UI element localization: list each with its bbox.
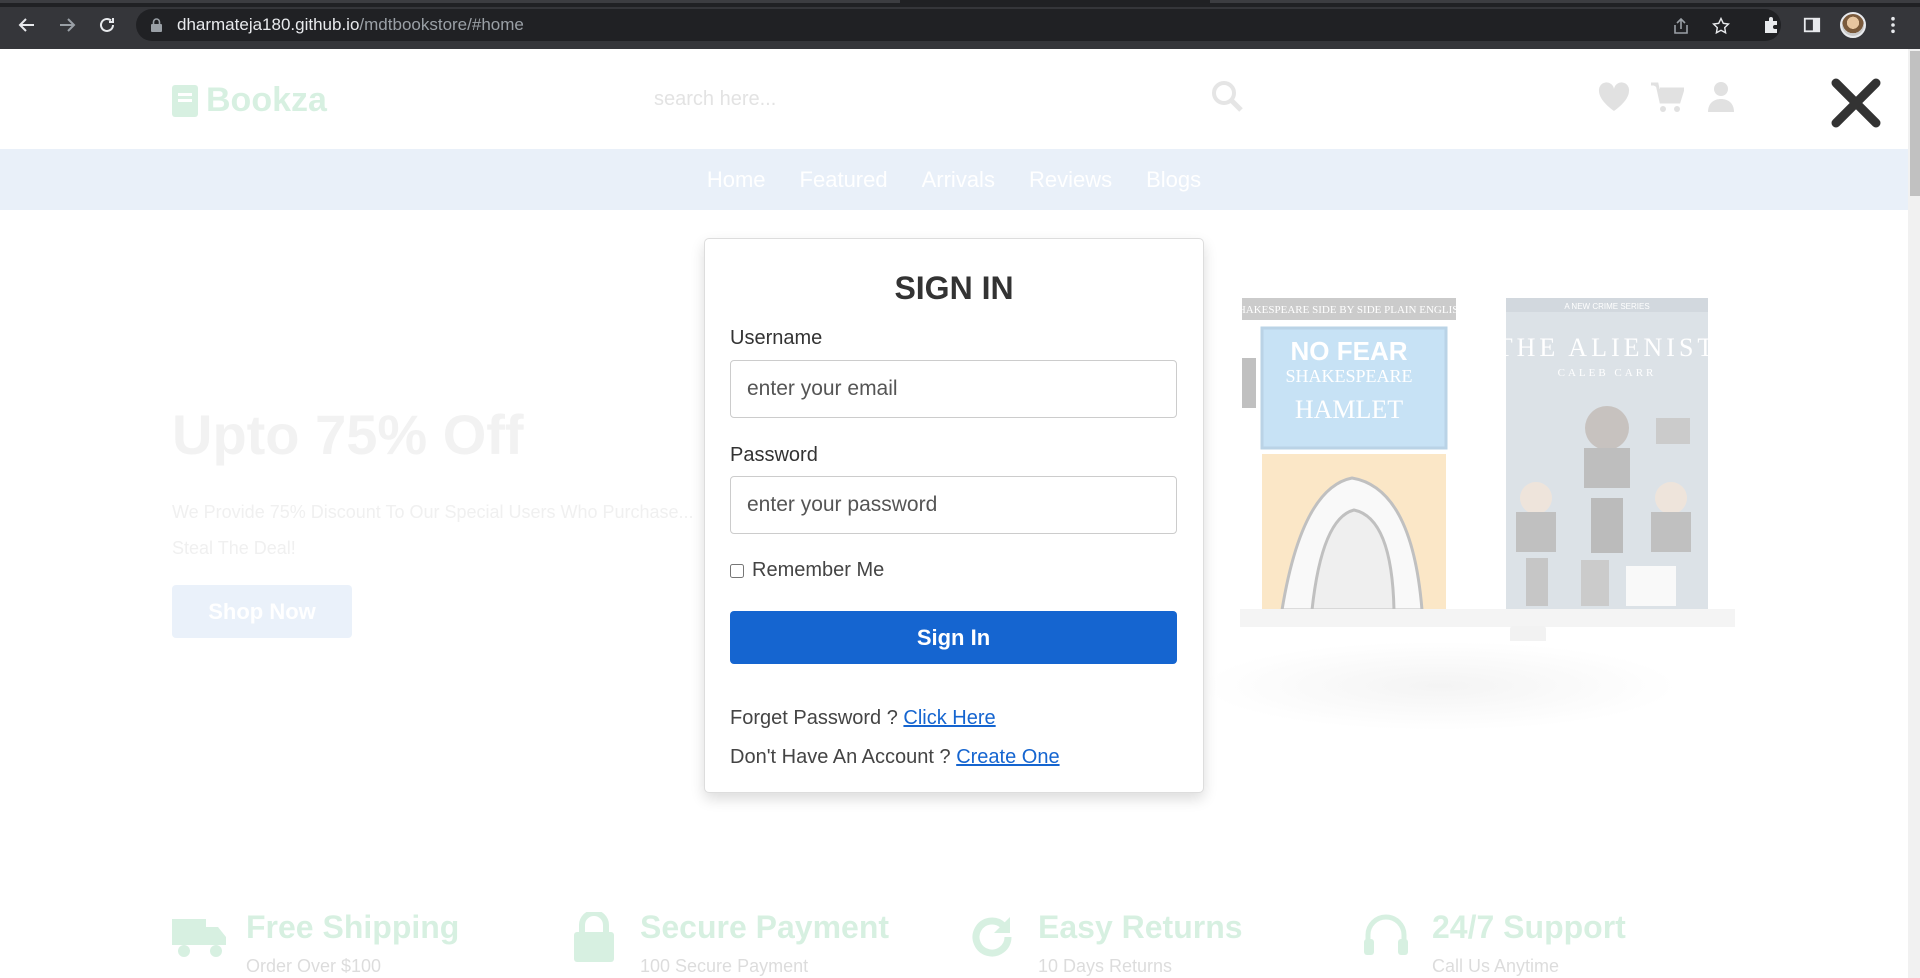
stand-shadow <box>1200 641 1680 731</box>
arrow-right-icon <box>60 18 76 32</box>
book-cover-hamlet[interactable]: SHAKESPEARE SIDE BY SIDE PLAIN ENGLISH N… <box>1242 298 1456 610</box>
page-scrollbar[interactable] <box>1908 49 1920 978</box>
search-icon[interactable] <box>1210 79 1244 113</box>
url-text: dharmateja180.github.io/mdtbookstore/#ho… <box>177 15 524 34</box>
arrow-left-icon <box>18 18 34 32</box>
feature-easy-returns: Easy Returns 10 Days Returns <box>964 909 1243 977</box>
forward-button[interactable] <box>52 12 82 38</box>
book-cover-alienist[interactable]: A NEW CRIME SERIES THE ALIENIST CALEB CA… <box>1506 298 1708 610</box>
nav-reviews[interactable]: Reviews <box>1029 167 1112 193</box>
username-input[interactable] <box>730 360 1177 418</box>
remember-me[interactable]: Remember Me <box>730 559 884 582</box>
nav-featured[interactable]: Featured <box>800 167 888 193</box>
truck-icon <box>172 909 228 965</box>
create-account-text: Don't Have An Account ? <box>730 746 951 768</box>
reload-button[interactable] <box>92 12 122 38</box>
nav-home[interactable]: Home <box>707 167 766 193</box>
book-stand <box>1240 609 1735 627</box>
cart-icon[interactable] <box>1650 81 1684 113</box>
book-b-top: A NEW CRIME SERIES <box>1564 302 1649 311</box>
scrollbar-thumb[interactable] <box>1910 51 1920 196</box>
feature-title: Free Shipping <box>246 909 460 945</box>
login-form: SIGN IN Username Password Remember Me Si… <box>704 238 1204 793</box>
feature-support: 24/7 Support Call Us Anytime <box>1358 909 1626 977</box>
close-icon[interactable] <box>1830 77 1882 129</box>
address-bar[interactable]: dharmateja180.github.io/mdtbookstore/#ho… <box>136 9 1781 41</box>
lock-icon <box>566 909 622 965</box>
menu-button[interactable] <box>1880 12 1906 38</box>
shop-now-button[interactable]: Shop Now <box>172 585 352 638</box>
forget-password-line: Forget Password ? Click Here <box>730 707 996 730</box>
logo-text: Bookza <box>206 81 327 119</box>
kebab-menu-icon <box>1891 16 1895 34</box>
password-input[interactable] <box>730 476 1177 534</box>
headset-icon <box>1358 909 1414 965</box>
forget-password-text: Forget Password ? <box>730 707 898 729</box>
book-a-title1: NO FEAR <box>1291 336 1408 366</box>
side-panel-icon <box>1803 17 1821 33</box>
book-a-title2: SHAKESPEARE <box>1285 366 1412 386</box>
nav-blogs[interactable]: Blogs <box>1146 167 1201 193</box>
username-label: Username <box>730 327 823 349</box>
book-b-title: THE ALIENIST <box>1506 333 1708 362</box>
heart-icon[interactable] <box>1597 82 1631 112</box>
password-label: Password <box>730 444 818 466</box>
site-logo[interactable]: Bookza <box>172 81 327 120</box>
redo-icon <box>964 909 1020 965</box>
hero-text: We Provide 75% Discount To Our Special U… <box>172 502 694 558</box>
feature-title: 24/7 Support <box>1432 909 1626 945</box>
user-icon[interactable] <box>1707 81 1735 113</box>
star-icon[interactable] <box>1712 17 1730 35</box>
back-button[interactable] <box>12 12 42 38</box>
feature-subtitle: Call Us Anytime <box>1432 956 1560 976</box>
side-panel-button[interactable] <box>1799 12 1825 38</box>
puzzle-icon <box>1765 17 1777 33</box>
main-navbar: Home Featured Arrivals Reviews Blogs <box>0 149 1908 210</box>
tab-strip <box>0 0 1920 7</box>
extensions-button[interactable] <box>1758 12 1784 38</box>
book-a-title3: HAMLET <box>1295 395 1403 424</box>
feature-subtitle: 10 Days Returns <box>1038 956 1173 976</box>
remember-me-checkbox[interactable] <box>730 563 744 578</box>
feature-title: Easy Returns <box>1038 909 1243 945</box>
feature-subtitle: Order Over $100 <box>246 956 382 976</box>
page-content: Bookza Home Featured Arrivals Reviews Bl… <box>0 49 1908 978</box>
browser-toolbar: dharmateja180.github.io/mdtbookstore/#ho… <box>0 0 1920 49</box>
feature-subtitle: 100 Secure Payment <box>640 956 809 976</box>
sign-in-button[interactable]: Sign In <box>730 611 1177 664</box>
book-a-top: SHAKESPEARE SIDE BY SIDE PLAIN ENGLISH <box>1242 304 1456 316</box>
feature-title: Secure Payment <box>640 909 890 945</box>
feature-free-shipping: Free Shipping Order Over $100 <box>172 909 459 977</box>
login-title: SIGN IN <box>894 270 1014 306</box>
lock-icon <box>151 18 162 32</box>
forget-password-link[interactable]: Click Here <box>903 707 995 729</box>
create-account-link[interactable]: Create One <box>956 746 1059 768</box>
nav-arrivals[interactable]: Arrivals <box>922 167 995 193</box>
share-icon[interactable] <box>1672 17 1690 35</box>
create-account-line: Don't Have An Account ? Create One <box>730 746 1060 769</box>
hero-title: Upto 75% Off <box>172 403 524 466</box>
search-input[interactable] <box>640 69 1240 129</box>
book-b-author: CALEB CARR <box>1558 367 1657 379</box>
remember-me-label: Remember Me <box>752 559 885 581</box>
book-icon <box>172 84 198 117</box>
reload-icon <box>100 17 114 32</box>
feature-secure-payment: Secure Payment 100 Secure Payment <box>566 909 889 977</box>
site-header: Bookza <box>0 49 1908 149</box>
profile-avatar[interactable] <box>1840 12 1866 38</box>
